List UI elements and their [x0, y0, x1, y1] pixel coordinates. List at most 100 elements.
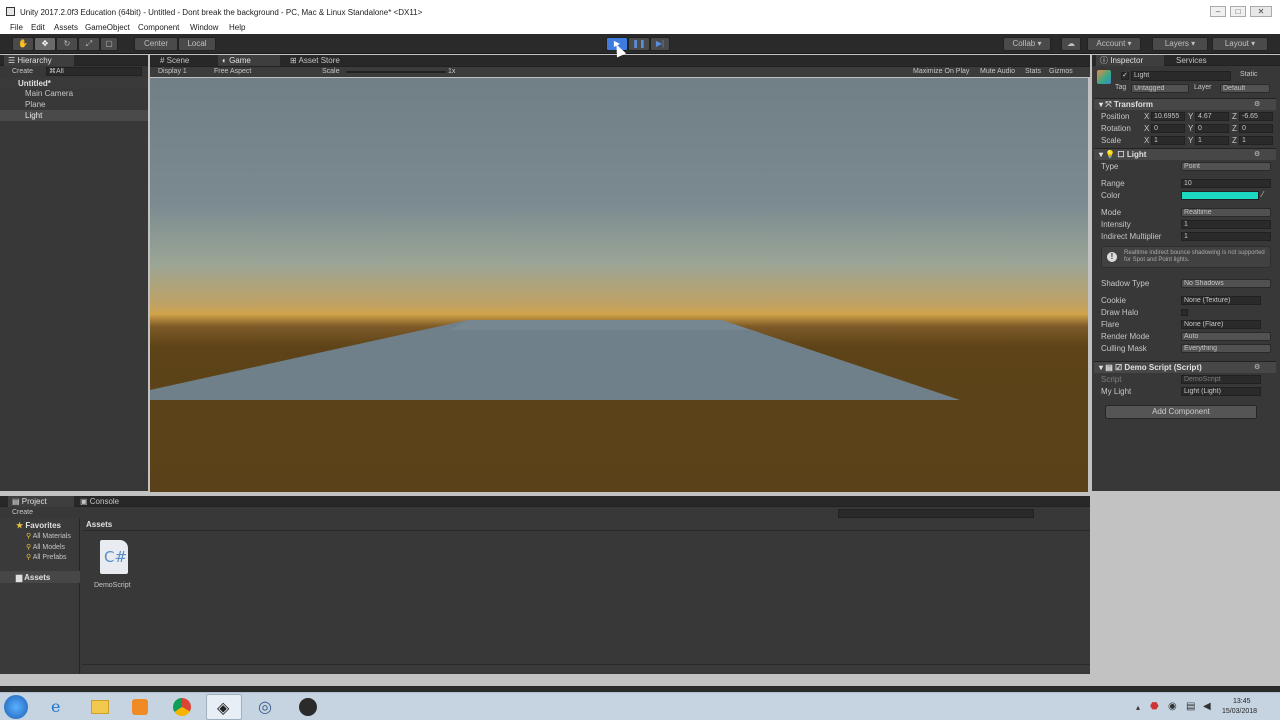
shadow-type-dropdown[interactable]: No Shadows — [1181, 279, 1271, 288]
hierarchy-search-input[interactable]: ⌘All — [46, 67, 142, 76]
menu-gameobject[interactable]: GameObject — [85, 23, 130, 32]
ie-icon[interactable]: e — [42, 694, 78, 720]
fav-all-materials[interactable]: ⚲ All Materials — [26, 532, 71, 540]
light-type-dropdown[interactable]: Point — [1181, 162, 1271, 171]
tray-app-icon[interactable]: ◉ — [1168, 701, 1177, 712]
scale-slider[interactable] — [346, 71, 446, 73]
tab-asset-store[interactable]: ⊞ Asset Store — [286, 55, 344, 66]
rect-tool-icon[interactable]: ▢ — [100, 37, 118, 51]
collab-button[interactable]: Collab ▾ — [1003, 37, 1051, 51]
gizmos-button[interactable]: Gizmos — [1049, 68, 1073, 75]
project-create-button[interactable]: Create — [12, 509, 33, 516]
eyedropper-icon[interactable]: ⁄ — [1262, 190, 1263, 199]
cookie-field[interactable]: None (Texture) — [1181, 296, 1261, 305]
indirect-field[interactable]: 1 — [1181, 232, 1271, 241]
rotate-tool-icon[interactable]: ↻ — [56, 37, 78, 51]
light-color-swatch[interactable] — [1181, 191, 1259, 200]
static-checkbox[interactable]: Static — [1240, 71, 1258, 78]
transform-header[interactable]: ▾ ⤧ Transform ⚙ — [1094, 98, 1276, 110]
demoscript-file[interactable]: DemoScript — [94, 582, 131, 589]
script-header[interactable]: ▾ ▤ ☑ Demo Script (Script) ⚙ — [1094, 361, 1276, 373]
object-name-field[interactable]: Light — [1131, 71, 1231, 81]
clock-date[interactable]: 15/03/2018 — [1222, 708, 1257, 715]
flare-field[interactable]: None (Flare) — [1181, 320, 1261, 329]
tab-services[interactable]: Services — [1172, 55, 1211, 66]
project-search-input[interactable] — [838, 509, 1034, 518]
maximize-on-play-button[interactable]: Maximize On Play — [913, 68, 969, 75]
hierarchy-item-light[interactable]: Light — [0, 110, 148, 121]
menu-window[interactable]: Window — [190, 23, 218, 32]
active-checkbox[interactable]: ✓ — [1121, 72, 1129, 80]
scale-z-field[interactable]: 1 — [1239, 136, 1273, 145]
menu-assets[interactable]: Assets — [54, 23, 78, 32]
rotation-x-field[interactable]: 0 — [1151, 124, 1185, 133]
chrome-icon[interactable] — [164, 694, 200, 720]
my-light-field[interactable]: Light (Light) — [1181, 387, 1261, 396]
script-gear-icon[interactable]: ⚙ — [1254, 363, 1260, 371]
move-tool-icon[interactable]: ✥ — [34, 37, 56, 51]
clock-time[interactable]: 13:45 — [1233, 698, 1251, 705]
tree-assets[interactable]: ▆ Assets — [0, 571, 80, 583]
hierarchy-create-button[interactable]: Create — [12, 68, 33, 75]
rotation-z-field[interactable]: 0 — [1239, 124, 1273, 133]
position-x-field[interactable]: 10.6955 — [1151, 112, 1185, 121]
menu-edit[interactable]: Edit — [31, 23, 45, 32]
maximize-icon[interactable]: □ — [1230, 6, 1246, 17]
unity-taskbar-icon[interactable]: ◈ — [206, 694, 242, 720]
rotation-y-field[interactable]: 0 — [1195, 124, 1229, 133]
tab-scene[interactable]: # Scene — [156, 55, 193, 66]
display-dropdown[interactable]: Display 1 — [158, 68, 187, 75]
scene-row[interactable]: Untitled* — [0, 78, 148, 89]
pivot-center-button[interactable]: Center — [134, 37, 178, 51]
hierarchy-item-main-camera[interactable]: Main Camera — [25, 89, 73, 98]
tray-volume-icon[interactable]: ◀ — [1203, 701, 1211, 712]
tab-game[interactable]: ◐ Game — [218, 55, 280, 66]
hand-tool-icon[interactable]: ✋ — [12, 37, 34, 51]
close-icon[interactable]: ✕ — [1250, 6, 1272, 17]
pause-button[interactable]: ❚❚ — [628, 37, 650, 51]
range-field[interactable]: 10 — [1181, 179, 1271, 188]
add-component-button[interactable]: Add Component — [1105, 405, 1257, 419]
minimize-icon[interactable]: – — [1210, 6, 1226, 17]
tab-hierarchy[interactable]: ☰ Hierarchy — [4, 55, 74, 66]
explorer-icon[interactable] — [82, 694, 118, 720]
light-header[interactable]: ▾ 💡 ☐ Light ⚙ — [1094, 148, 1276, 160]
mute-audio-button[interactable]: Mute Audio — [980, 68, 1015, 75]
position-y-field[interactable]: 4.67 — [1195, 112, 1229, 121]
scale-x-field[interactable]: 1 — [1151, 136, 1185, 145]
layout-dropdown[interactable]: Layout ▾ — [1212, 37, 1268, 51]
tray-security-icon[interactable]: ⬣ — [1150, 701, 1159, 712]
pivot-local-button[interactable]: Local — [178, 37, 216, 51]
position-z-field[interactable]: -6.65 — [1239, 112, 1273, 121]
app-taskbar-icon[interactable]: ◎ — [248, 694, 284, 720]
game-viewport[interactable] — [150, 78, 1088, 492]
mode-dropdown[interactable]: Realtime — [1181, 208, 1271, 217]
layer-dropdown[interactable]: Default — [1220, 84, 1270, 93]
tag-dropdown[interactable]: Untagged — [1131, 84, 1189, 93]
fav-all-models[interactable]: ⚲ All Models — [26, 543, 65, 551]
layers-dropdown[interactable]: Layers ▾ — [1152, 37, 1208, 51]
menu-file[interactable]: File — [10, 23, 23, 32]
render-mode-dropdown[interactable]: Auto — [1181, 332, 1271, 341]
tab-inspector[interactable]: ⓘ Inspector — [1096, 55, 1164, 66]
account-dropdown[interactable]: Account ▾ — [1087, 37, 1141, 51]
start-button-icon[interactable] — [4, 695, 28, 719]
scale-tool-icon[interactable]: ⤢ — [78, 37, 100, 51]
cloud-icon[interactable]: ☁ — [1061, 37, 1081, 51]
obs-taskbar-icon[interactable] — [290, 694, 326, 720]
menu-component[interactable]: Component — [138, 23, 179, 32]
tab-project[interactable]: ▤ Project — [8, 496, 74, 507]
draw-halo-checkbox[interactable] — [1181, 309, 1188, 316]
tray-network-icon[interactable]: ▤ — [1186, 701, 1195, 712]
aspect-dropdown[interactable]: Free Aspect — [214, 68, 251, 75]
tray-arrow-icon[interactable]: ▴ — [1136, 703, 1140, 712]
hierarchy-item-plane[interactable]: Plane — [25, 100, 45, 109]
media-player-icon[interactable] — [122, 694, 158, 720]
menu-help[interactable]: Help — [229, 23, 245, 32]
fav-all-prefabs[interactable]: ⚲ All Prefabs — [26, 553, 67, 561]
transform-gear-icon[interactable]: ⚙ — [1254, 100, 1260, 108]
light-gear-icon[interactable]: ⚙ — [1254, 150, 1260, 158]
stats-button[interactable]: Stats — [1025, 68, 1041, 75]
scale-y-field[interactable]: 1 — [1195, 136, 1229, 145]
csharp-script-icon[interactable]: C# — [100, 540, 128, 574]
